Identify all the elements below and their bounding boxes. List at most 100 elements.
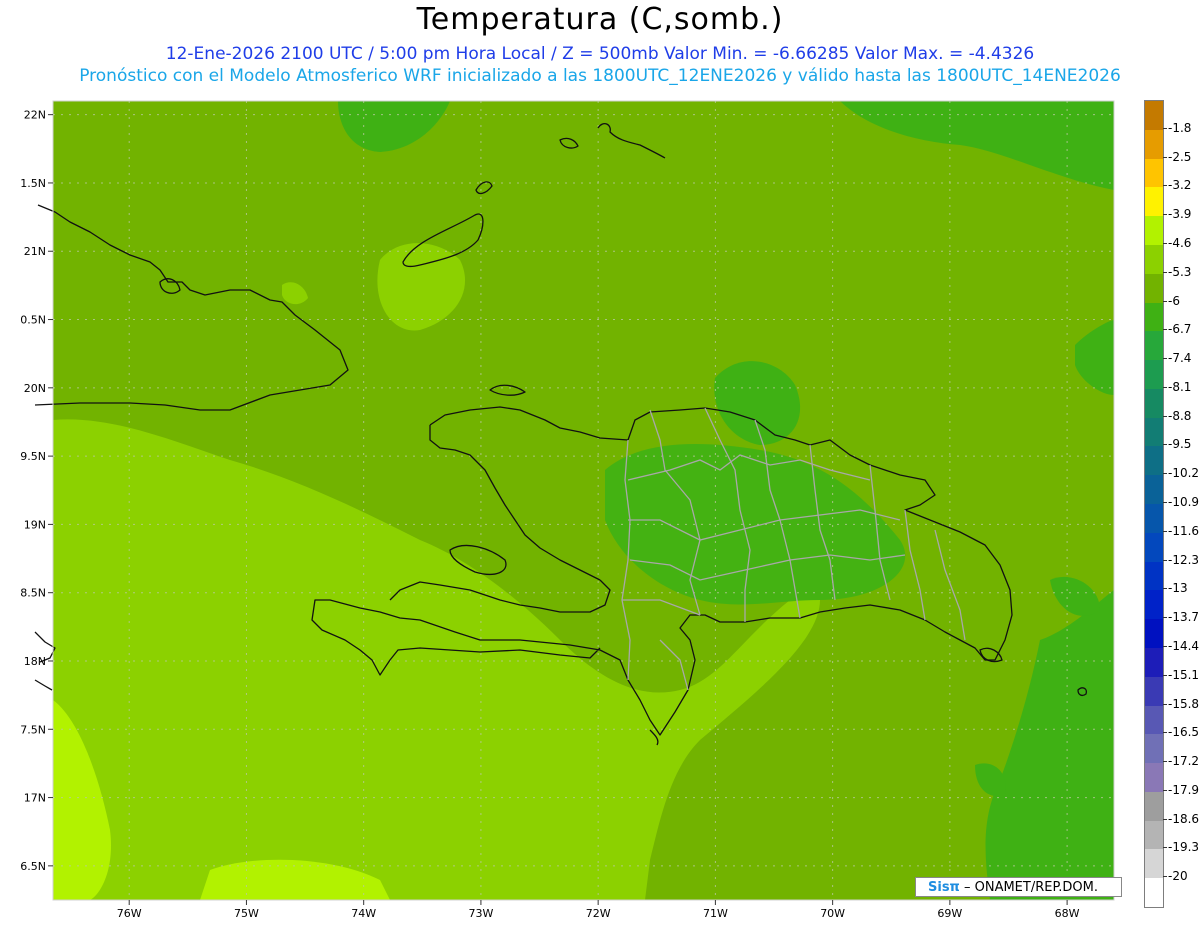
colorbar-tick (1163, 300, 1167, 302)
colorbar-tick (1163, 674, 1167, 676)
colorbar-label: -12.3 (1168, 552, 1200, 567)
lat-tick-label: 18N (24, 655, 46, 668)
lon-tick-label: 76W (117, 907, 142, 920)
colorbar-swatch (1145, 187, 1163, 217)
colorbar-swatch (1145, 417, 1163, 447)
colorbar-label: -6.7 (1168, 322, 1192, 337)
colorbar-swatch (1145, 129, 1163, 160)
lon-tick-label: 71W (703, 907, 728, 920)
lat-tick-label: 9.5N (20, 450, 46, 463)
credit-text: – ONAMET/REP.DOM. (963, 880, 1099, 895)
colorbar-label: -10.2 (1168, 466, 1200, 481)
colorbar-label: -15.1 (1168, 667, 1200, 682)
colorbar (1144, 100, 1164, 908)
colorbar-label: -8.1 (1168, 379, 1192, 394)
lon-tick-label: 69W (937, 907, 962, 920)
credit-box: Sisπ – ONAMET/REP.DOM. (915, 877, 1122, 897)
colorbar-swatch (1145, 388, 1163, 419)
colorbar-tick (1163, 156, 1167, 158)
colorbar-label: -3.2 (1168, 178, 1192, 193)
colorbar-label: -15.8 (1168, 696, 1200, 711)
colorbar-swatch (1145, 791, 1163, 822)
colorbar-tick (1163, 847, 1167, 849)
colorbar-label: -13.7 (1168, 610, 1200, 625)
colorbar-swatch (1145, 647, 1163, 678)
lat-tick-label: 1.5N (20, 177, 46, 190)
colorbar-tick (1163, 761, 1167, 763)
colorbar-tick (1163, 502, 1167, 503)
colorbar-tick (1163, 473, 1167, 475)
colorbar-tick (1163, 732, 1167, 734)
colorbar-tick (1163, 530, 1167, 532)
lon-tick-label: 73W (468, 907, 493, 920)
colorbar-label: -1.8 (1168, 120, 1192, 135)
colorbar-swatch (1145, 820, 1163, 850)
colorbar-label: -8.8 (1168, 408, 1192, 423)
colorbar-swatch (1145, 878, 1163, 908)
colorbar-label: -4.6 (1168, 235, 1192, 250)
colorbar-swatch (1145, 244, 1163, 275)
lat-tick-label: 0.5N (20, 314, 46, 327)
colorbar-tick (1163, 876, 1167, 878)
lat-tick-label: 21N (24, 245, 46, 258)
colorbar-label: -16.5 (1168, 725, 1200, 740)
lat-tick-label: 19N (24, 518, 46, 531)
colorbar-label: -17.2 (1168, 754, 1200, 769)
colorbar-label: -18.6 (1168, 811, 1200, 826)
colorbar-swatch (1145, 331, 1163, 361)
colorbar-swatch (1145, 475, 1163, 505)
colorbar-label: -7.4 (1168, 351, 1192, 366)
colorbar-label: -9.5 (1168, 437, 1192, 452)
colorbar-tick (1163, 386, 1167, 388)
colorbar-tick (1163, 214, 1167, 216)
lat-tick-label: 17N (24, 792, 46, 805)
lon-tick-label: 70W (820, 907, 845, 920)
lat-tick-label: 6.5N (20, 860, 46, 873)
lat-tick-label: 20N (24, 382, 46, 395)
colorbar-tick (1163, 329, 1167, 331)
colorbar-swatch (1145, 705, 1163, 735)
lon-tick-label: 68W (1055, 907, 1080, 920)
temperature-map: 22N 1.5N 21N 0.5N 20N 9.5N 19N 8.5N 18N 7.5N 17N 6.… (20, 100, 1115, 920)
colorbar-tick (1163, 617, 1167, 619)
lat-tick-label: 22N (24, 109, 46, 122)
colorbar-swatch (1145, 504, 1163, 534)
lon-tick-label: 74W (351, 907, 376, 920)
colorbar-tick (1163, 242, 1167, 244)
colorbar-swatch (1145, 619, 1163, 649)
colorbar-tick (1163, 358, 1167, 360)
sispi-logo: Sisπ (928, 880, 960, 895)
colorbar-swatch (1145, 590, 1163, 620)
colorbar-tick (1163, 789, 1167, 791)
lon-tick-label: 72W (586, 907, 611, 920)
colorbar-swatch (1145, 849, 1163, 879)
colorbar-tick (1163, 444, 1167, 446)
colorbar-label: -10.9 (1168, 495, 1200, 509)
colorbar-swatch (1145, 158, 1163, 188)
colorbar-label: -20 (1168, 869, 1188, 884)
colorbar-tick (1163, 127, 1167, 129)
colorbar-tick (1163, 415, 1167, 417)
colorbar-label: -17.9 (1168, 782, 1200, 797)
colorbar-tick (1163, 271, 1167, 273)
colorbar-tick (1163, 703, 1167, 705)
colorbar-label: -19.3 (1168, 840, 1200, 855)
colorbar-swatch (1145, 446, 1163, 476)
colorbar-label: -13 (1168, 581, 1188, 596)
lat-tick-label: 8.5N (20, 587, 46, 600)
colorbar-label: -11.6 (1168, 523, 1200, 538)
colorbar-label: -3.9 (1168, 207, 1192, 222)
coastline-jamaica (34, 679, 53, 691)
colorbar-swatch (1145, 101, 1163, 131)
colorbar-swatch (1145, 273, 1163, 303)
colorbar-swatch (1145, 360, 1163, 390)
colorbar-tick (1163, 645, 1167, 647)
colorbar-label: -6 (1168, 293, 1180, 308)
lon-tick-label: 75W (234, 907, 259, 920)
colorbar-tick (1163, 818, 1167, 820)
colorbar-swatch (1145, 734, 1163, 764)
colorbar-tick (1163, 559, 1167, 561)
colorbar-label: -14.4 (1168, 638, 1200, 653)
colorbar-swatch (1145, 216, 1163, 246)
colorbar-label: -5.3 (1168, 264, 1192, 279)
